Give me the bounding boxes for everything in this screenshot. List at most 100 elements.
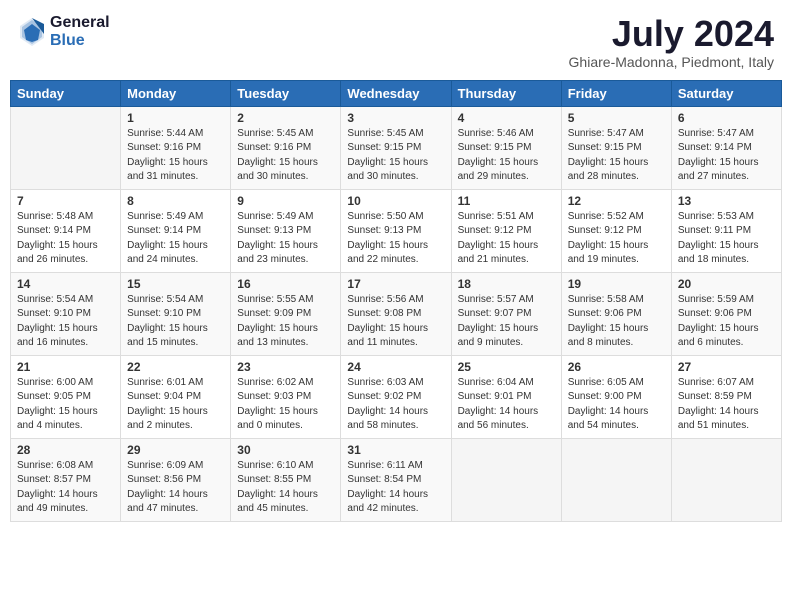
- calendar-cell: 25 Sunrise: 6:04 AM Sunset: 9:01 PM Dayl…: [451, 355, 561, 438]
- day-number: 21: [17, 360, 114, 374]
- sunset-time: Sunset: 8:55 PM: [237, 474, 311, 485]
- sunrise-time: Sunrise: 6:07 AM: [678, 377, 754, 388]
- day-number: 30: [237, 443, 334, 457]
- sunset-time: Sunset: 9:12 PM: [568, 225, 642, 236]
- header: General Blue July 2024 Ghiare-Madonna, P…: [10, 10, 782, 74]
- sunrise-time: Sunrise: 6:10 AM: [237, 460, 313, 471]
- sunset-time: Sunset: 9:15 PM: [347, 142, 421, 153]
- sunrise-time: Sunrise: 6:05 AM: [568, 377, 644, 388]
- sunset-time: Sunset: 8:56 PM: [127, 474, 201, 485]
- sunset-time: Sunset: 9:12 PM: [458, 225, 532, 236]
- sunset-time: Sunset: 9:06 PM: [568, 308, 642, 319]
- day-number: 23: [237, 360, 334, 374]
- daylight-hours: Daylight: 15 hours and 0 minutes.: [237, 406, 318, 432]
- sunrise-time: Sunrise: 5:58 AM: [568, 294, 644, 305]
- day-info: Sunrise: 6:01 AM Sunset: 9:04 PM Dayligh…: [127, 376, 224, 434]
- daylight-hours: Daylight: 15 hours and 21 minutes.: [458, 240, 539, 266]
- sunset-time: Sunset: 9:01 PM: [458, 391, 532, 402]
- day-info: Sunrise: 5:51 AM Sunset: 9:12 PM Dayligh…: [458, 210, 555, 268]
- day-info: Sunrise: 6:07 AM Sunset: 8:59 PM Dayligh…: [678, 376, 775, 434]
- calendar-cell: 27 Sunrise: 6:07 AM Sunset: 8:59 PM Dayl…: [671, 355, 781, 438]
- sunrise-time: Sunrise: 5:49 AM: [237, 211, 313, 222]
- day-info: Sunrise: 5:49 AM Sunset: 9:13 PM Dayligh…: [237, 210, 334, 268]
- day-info: Sunrise: 5:54 AM Sunset: 9:10 PM Dayligh…: [17, 293, 114, 351]
- sunset-time: Sunset: 9:08 PM: [347, 308, 421, 319]
- day-info: Sunrise: 5:53 AM Sunset: 9:11 PM Dayligh…: [678, 210, 775, 268]
- sunset-time: Sunset: 9:10 PM: [17, 308, 91, 319]
- day-info: Sunrise: 5:54 AM Sunset: 9:10 PM Dayligh…: [127, 293, 224, 351]
- daylight-hours: Daylight: 14 hours and 58 minutes.: [347, 406, 428, 432]
- sunset-time: Sunset: 9:05 PM: [17, 391, 91, 402]
- day-number: 13: [678, 194, 775, 208]
- day-number: 7: [17, 194, 114, 208]
- calendar-cell: 22 Sunrise: 6:01 AM Sunset: 9:04 PM Dayl…: [121, 355, 231, 438]
- calendar-cell: 20 Sunrise: 5:59 AM Sunset: 9:06 PM Dayl…: [671, 272, 781, 355]
- calendar-cell: 31 Sunrise: 6:11 AM Sunset: 8:54 PM Dayl…: [341, 438, 451, 521]
- calendar-cell: 29 Sunrise: 6:09 AM Sunset: 8:56 PM Dayl…: [121, 438, 231, 521]
- sunrise-time: Sunrise: 6:08 AM: [17, 460, 93, 471]
- sunset-time: Sunset: 9:14 PM: [127, 225, 201, 236]
- day-number: 18: [458, 277, 555, 291]
- sunset-time: Sunset: 9:13 PM: [237, 225, 311, 236]
- sunrise-time: Sunrise: 5:47 AM: [568, 128, 644, 139]
- sunset-time: Sunset: 9:07 PM: [458, 308, 532, 319]
- day-info: Sunrise: 5:59 AM Sunset: 9:06 PM Dayligh…: [678, 293, 775, 351]
- daylight-hours: Daylight: 15 hours and 30 minutes.: [237, 157, 318, 183]
- sunrise-time: Sunrise: 5:45 AM: [347, 128, 423, 139]
- sunrise-time: Sunrise: 5:46 AM: [458, 128, 534, 139]
- sunrise-time: Sunrise: 6:00 AM: [17, 377, 93, 388]
- daylight-hours: Daylight: 15 hours and 29 minutes.: [458, 157, 539, 183]
- daylight-hours: Daylight: 14 hours and 56 minutes.: [458, 406, 539, 432]
- calendar-cell: 23 Sunrise: 6:02 AM Sunset: 9:03 PM Dayl…: [231, 355, 341, 438]
- day-info: Sunrise: 5:46 AM Sunset: 9:15 PM Dayligh…: [458, 127, 555, 185]
- day-number: 24: [347, 360, 444, 374]
- calendar-cell: [451, 438, 561, 521]
- calendar-cell: 24 Sunrise: 6:03 AM Sunset: 9:02 PM Dayl…: [341, 355, 451, 438]
- calendar-cell: 3 Sunrise: 5:45 AM Sunset: 9:15 PM Dayli…: [341, 106, 451, 189]
- daylight-hours: Daylight: 15 hours and 18 minutes.: [678, 240, 759, 266]
- day-info: Sunrise: 6:09 AM Sunset: 8:56 PM Dayligh…: [127, 459, 224, 517]
- month-year: July 2024: [569, 14, 774, 54]
- day-info: Sunrise: 6:00 AM Sunset: 9:05 PM Dayligh…: [17, 376, 114, 434]
- day-info: Sunrise: 6:10 AM Sunset: 8:55 PM Dayligh…: [237, 459, 334, 517]
- sunset-time: Sunset: 9:15 PM: [568, 142, 642, 153]
- day-info: Sunrise: 6:11 AM Sunset: 8:54 PM Dayligh…: [347, 459, 444, 517]
- calendar-day-header: Wednesday: [341, 80, 451, 106]
- day-info: Sunrise: 5:50 AM Sunset: 9:13 PM Dayligh…: [347, 210, 444, 268]
- daylight-hours: Daylight: 15 hours and 31 minutes.: [127, 157, 208, 183]
- title-block: July 2024 Ghiare-Madonna, Piedmont, Ital…: [569, 14, 774, 70]
- day-number: 4: [458, 111, 555, 125]
- calendar-day-header: Tuesday: [231, 80, 341, 106]
- daylight-hours: Daylight: 15 hours and 24 minutes.: [127, 240, 208, 266]
- daylight-hours: Daylight: 14 hours and 49 minutes.: [17, 489, 98, 515]
- logo: General Blue: [18, 14, 110, 49]
- daylight-hours: Daylight: 15 hours and 11 minutes.: [347, 323, 428, 349]
- daylight-hours: Daylight: 15 hours and 13 minutes.: [237, 323, 318, 349]
- daylight-hours: Daylight: 15 hours and 23 minutes.: [237, 240, 318, 266]
- day-number: 20: [678, 277, 775, 291]
- day-number: 10: [347, 194, 444, 208]
- day-number: 11: [458, 194, 555, 208]
- sunrise-time: Sunrise: 6:09 AM: [127, 460, 203, 471]
- sunset-time: Sunset: 9:14 PM: [678, 142, 752, 153]
- sunrise-time: Sunrise: 5:51 AM: [458, 211, 534, 222]
- day-info: Sunrise: 5:47 AM Sunset: 9:15 PM Dayligh…: [568, 127, 665, 185]
- day-number: 31: [347, 443, 444, 457]
- day-number: 27: [678, 360, 775, 374]
- day-info: Sunrise: 5:58 AM Sunset: 9:06 PM Dayligh…: [568, 293, 665, 351]
- sunset-time: Sunset: 8:57 PM: [17, 474, 91, 485]
- sunset-time: Sunset: 9:16 PM: [237, 142, 311, 153]
- day-info: Sunrise: 5:49 AM Sunset: 9:14 PM Dayligh…: [127, 210, 224, 268]
- calendar-cell: 9 Sunrise: 5:49 AM Sunset: 9:13 PM Dayli…: [231, 189, 341, 272]
- sunrise-time: Sunrise: 6:03 AM: [347, 377, 423, 388]
- calendar-cell: 28 Sunrise: 6:08 AM Sunset: 8:57 PM Dayl…: [11, 438, 121, 521]
- calendar-cell: 8 Sunrise: 5:49 AM Sunset: 9:14 PM Dayli…: [121, 189, 231, 272]
- day-number: 22: [127, 360, 224, 374]
- day-number: 19: [568, 277, 665, 291]
- calendar-cell: 13 Sunrise: 5:53 AM Sunset: 9:11 PM Dayl…: [671, 189, 781, 272]
- sunrise-time: Sunrise: 5:50 AM: [347, 211, 423, 222]
- sunset-time: Sunset: 9:09 PM: [237, 308, 311, 319]
- sunrise-time: Sunrise: 5:44 AM: [127, 128, 203, 139]
- calendar-cell: 6 Sunrise: 5:47 AM Sunset: 9:14 PM Dayli…: [671, 106, 781, 189]
- calendar-cell: 18 Sunrise: 5:57 AM Sunset: 9:07 PM Dayl…: [451, 272, 561, 355]
